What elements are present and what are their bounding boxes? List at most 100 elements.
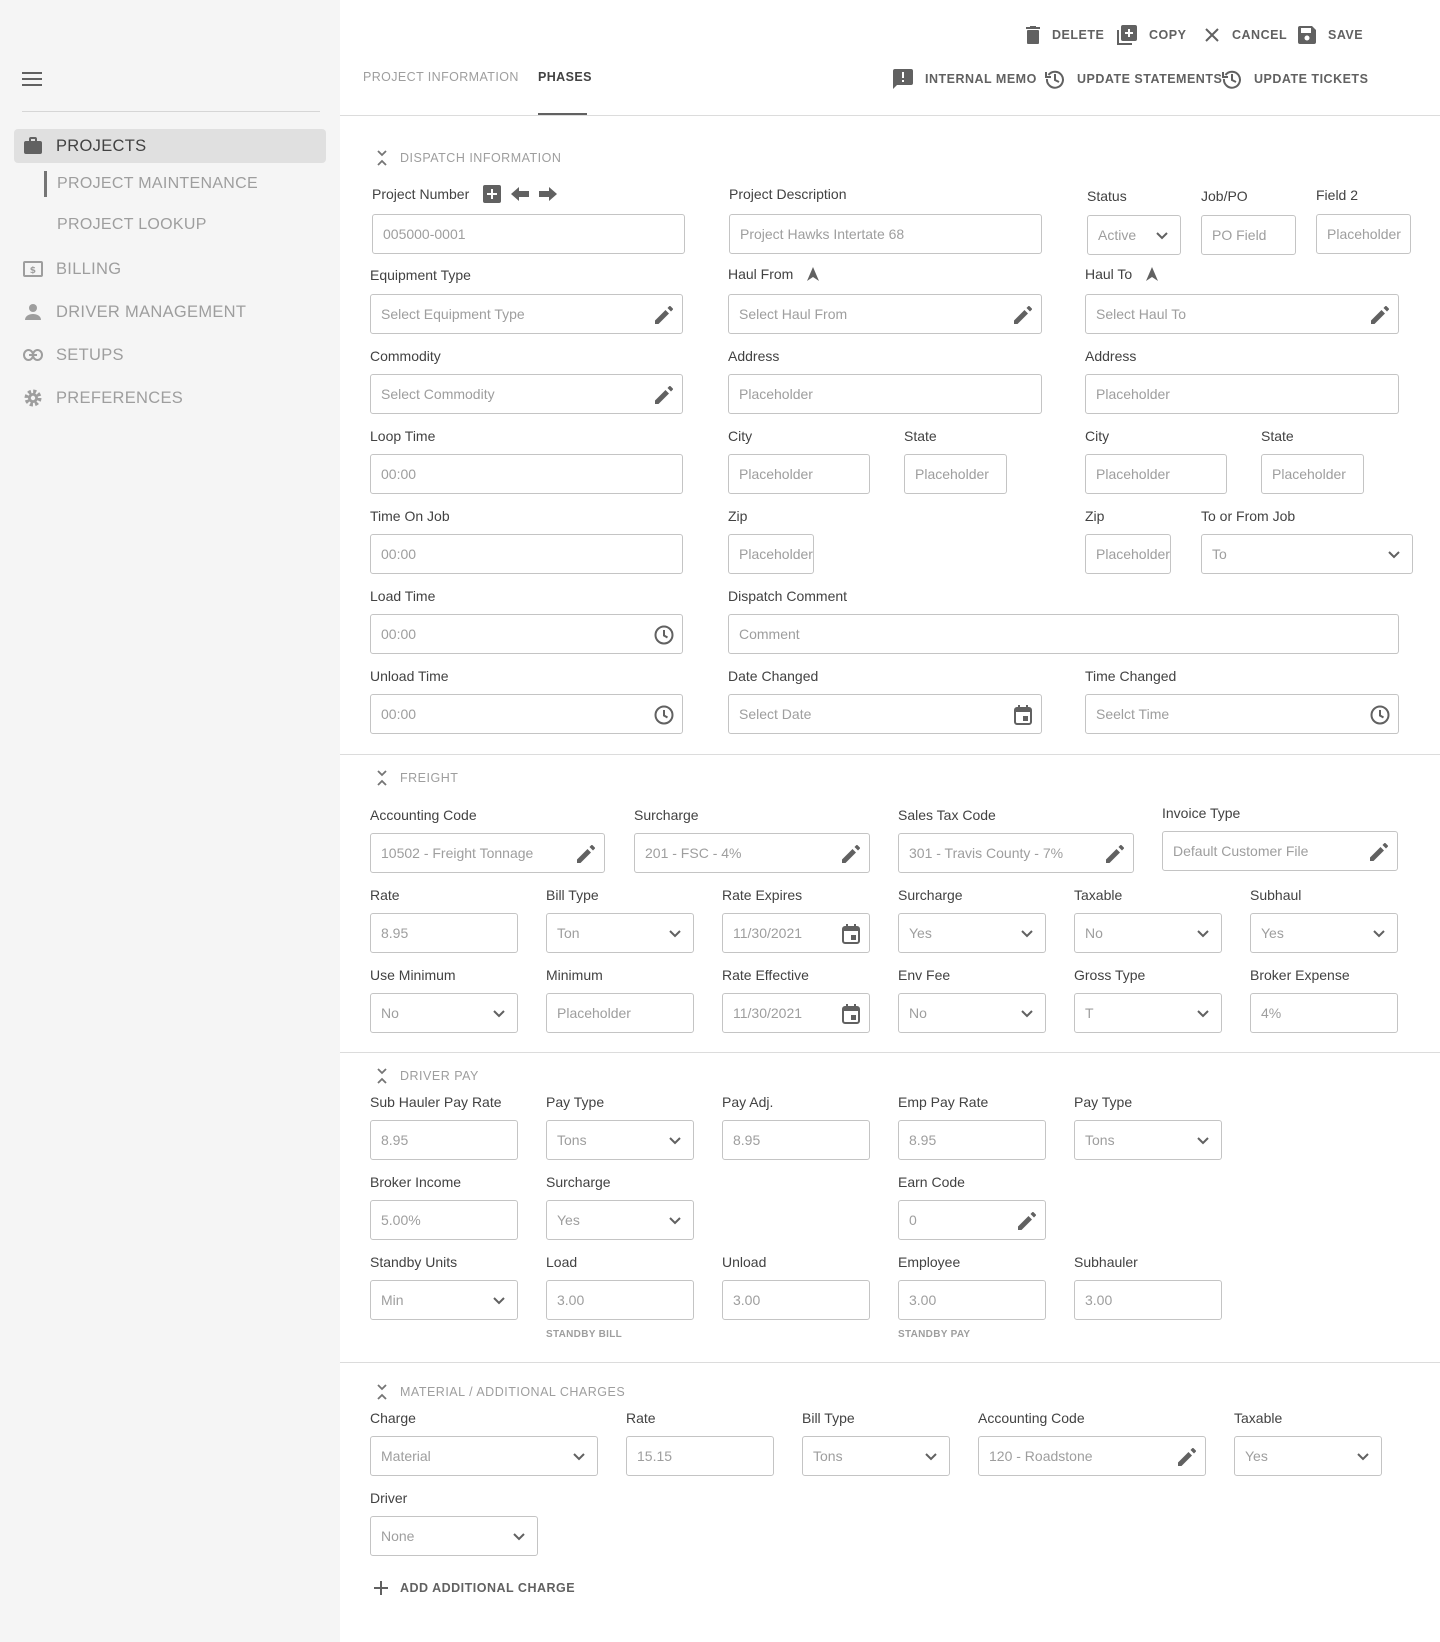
pencil-icon[interactable]	[1367, 840, 1391, 864]
navigation-icon[interactable]	[1146, 267, 1159, 281]
sidebar-subitem-project-lookup[interactable]: PROJECT LOOKUP	[44, 212, 207, 238]
pay-adj-input[interactable]: 8.95	[722, 1120, 870, 1160]
pencil-icon[interactable]	[574, 842, 598, 866]
sidebar-item-driver-management[interactable]: DRIVER MANAGEMENT	[14, 295, 326, 329]
rate-expires-input[interactable]: 11/30/2021	[722, 913, 870, 953]
material-rate-input[interactable]: 15.15	[626, 1436, 774, 1476]
time-changed-input[interactable]: Seelct Time	[1085, 694, 1399, 734]
add-additional-charge-button[interactable]: ADD ADDITIONAL CHARGE	[374, 1581, 575, 1595]
calendar-icon[interactable]	[839, 1002, 863, 1026]
driver-select[interactable]: None	[370, 1516, 538, 1556]
date-changed-input[interactable]: Select Date	[728, 694, 1042, 734]
pencil-icon[interactable]	[839, 842, 863, 866]
subhaul-select[interactable]: Yes	[1250, 913, 1398, 953]
update-statements-button[interactable]: UPDATE STATEMENTS	[1045, 69, 1222, 89]
sidebar-item-billing[interactable]: $ BILLING	[14, 252, 326, 286]
employee-input[interactable]: 3.00	[898, 1280, 1046, 1320]
pencil-icon[interactable]	[1175, 1445, 1199, 1469]
invoice-type-input[interactable]: Default Customer File	[1162, 831, 1398, 871]
loop-time-input[interactable]: 00:00	[370, 454, 683, 494]
surcharge-code-input[interactable]: 201 - FSC - 4%	[634, 833, 870, 873]
load-time-input[interactable]: 00:00	[370, 614, 683, 654]
arrow-left-icon[interactable]	[511, 187, 530, 201]
sub-hauler-pay-rate-input[interactable]: 8.95	[370, 1120, 518, 1160]
unload-time-input[interactable]: 00:00	[370, 694, 683, 734]
pencil-icon[interactable]	[1368, 303, 1392, 327]
load-input[interactable]: 3.00	[546, 1280, 694, 1320]
tab-project-information[interactable]: PROJECT INFORMATION	[363, 70, 519, 84]
sidebar-subitem-project-maintenance[interactable]: PROJECT MAINTENANCE	[44, 171, 258, 197]
dispatch-comment-input[interactable]: Comment	[728, 614, 1399, 654]
status-select[interactable]: Active	[1087, 215, 1181, 255]
rate-input[interactable]: 8.95	[370, 913, 518, 953]
job-po-input[interactable]: PO Field	[1201, 215, 1296, 255]
sidebar-item-preferences[interactable]: PREFERENCES	[14, 381, 326, 415]
menu-icon[interactable]	[22, 72, 42, 88]
to-address-input[interactable]: Placeholder	[1085, 374, 1399, 414]
from-address-input[interactable]: Placeholder	[728, 374, 1042, 414]
from-state-input[interactable]: Placeholder	[904, 454, 1007, 494]
arrow-right-icon[interactable]	[539, 187, 558, 201]
use-minimum-select[interactable]: No	[370, 993, 518, 1033]
project-description-input[interactable]: Project Hawks Intertate 68	[729, 214, 1042, 254]
pencil-icon[interactable]	[1015, 1209, 1039, 1233]
broker-expense-input[interactable]: 4%	[1250, 993, 1398, 1033]
accounting-code-input[interactable]: 10502 - Freight Tonnage	[370, 833, 605, 873]
from-zip-input[interactable]: Placeholder	[728, 534, 814, 574]
material-bill-type-select[interactable]: Tons	[802, 1436, 950, 1476]
emp-pay-type-select[interactable]: Tons	[1074, 1120, 1222, 1160]
taxable-select[interactable]: No	[1074, 913, 1222, 953]
cancel-button[interactable]: CANCEL	[1204, 27, 1287, 43]
to-city-input[interactable]: Placeholder	[1085, 454, 1227, 494]
section-toggle-freight[interactable]: FREIGHT	[376, 770, 458, 786]
material-accounting-code-input[interactable]: 120 - Roadstone	[978, 1436, 1206, 1476]
material-taxable-select[interactable]: Yes	[1234, 1436, 1382, 1476]
calendar-icon[interactable]	[839, 922, 863, 946]
env-fee-select[interactable]: No	[898, 993, 1046, 1033]
navigation-icon[interactable]	[807, 267, 820, 281]
pencil-icon[interactable]	[1103, 842, 1127, 866]
haul-from-input[interactable]: Select Haul From	[728, 294, 1042, 334]
section-toggle-material[interactable]: MATERIAL / ADDITIONAL CHARGES	[376, 1384, 625, 1400]
section-toggle-dispatch[interactable]: DISPATCH INFORMATION	[376, 150, 561, 166]
surcharge-select[interactable]: Yes	[898, 913, 1046, 953]
bill-type-select[interactable]: Ton	[546, 913, 694, 953]
save-button[interactable]: SAVE	[1298, 26, 1363, 44]
rate-effective-input[interactable]: 11/30/2021	[722, 993, 870, 1033]
pencil-icon[interactable]	[652, 383, 676, 407]
add-box-icon[interactable]	[483, 185, 502, 203]
standby-units-select[interactable]: Min	[370, 1280, 518, 1320]
project-number-input[interactable]: 005000-0001	[372, 214, 685, 254]
clock-icon[interactable]	[652, 703, 676, 727]
field2-input[interactable]: Placeholder	[1316, 214, 1411, 254]
equipment-type-input[interactable]: Select Equipment Type	[370, 294, 683, 334]
copy-button[interactable]: COPY	[1117, 25, 1186, 45]
pencil-icon[interactable]	[652, 303, 676, 327]
pencil-icon[interactable]	[1011, 303, 1035, 327]
haul-to-input[interactable]: Select Haul To	[1085, 294, 1399, 334]
charge-select[interactable]: Material	[370, 1436, 598, 1476]
clock-icon[interactable]	[652, 623, 676, 647]
section-toggle-driver-pay[interactable]: DRIVER PAY	[376, 1068, 479, 1084]
delete-button[interactable]: DELETE	[1026, 26, 1104, 44]
to-zip-input[interactable]: Placeholder	[1085, 534, 1171, 574]
to-state-input[interactable]: Placeholder	[1261, 454, 1364, 494]
emp-pay-rate-input[interactable]: 8.95	[898, 1120, 1046, 1160]
broker-income-input[interactable]: 5.00%	[370, 1200, 518, 1240]
to-or-from-job-select[interactable]: To	[1201, 534, 1413, 574]
driver-surcharge-select[interactable]: Yes	[546, 1200, 694, 1240]
gross-type-select[interactable]: T	[1074, 993, 1222, 1033]
from-city-input[interactable]: Placeholder	[728, 454, 870, 494]
calendar-icon[interactable]	[1011, 703, 1035, 727]
tab-phases[interactable]: PHASES	[538, 70, 592, 84]
commodity-input[interactable]: Select Commodity	[370, 374, 683, 414]
pay-type-select[interactable]: Tons	[546, 1120, 694, 1160]
unload-input[interactable]: 3.00	[722, 1280, 870, 1320]
update-tickets-button[interactable]: UPDATE TICKETS	[1222, 69, 1368, 89]
time-on-job-input[interactable]: 00:00	[370, 534, 683, 574]
minimum-input[interactable]: Placeholder	[546, 993, 694, 1033]
earn-code-input[interactable]: 0	[898, 1200, 1046, 1240]
internal-memo-button[interactable]: INTERNAL MEMO	[893, 69, 1037, 89]
subhauler-input[interactable]: 3.00	[1074, 1280, 1222, 1320]
sales-tax-code-input[interactable]: 301 - Travis County - 7%	[898, 833, 1134, 873]
